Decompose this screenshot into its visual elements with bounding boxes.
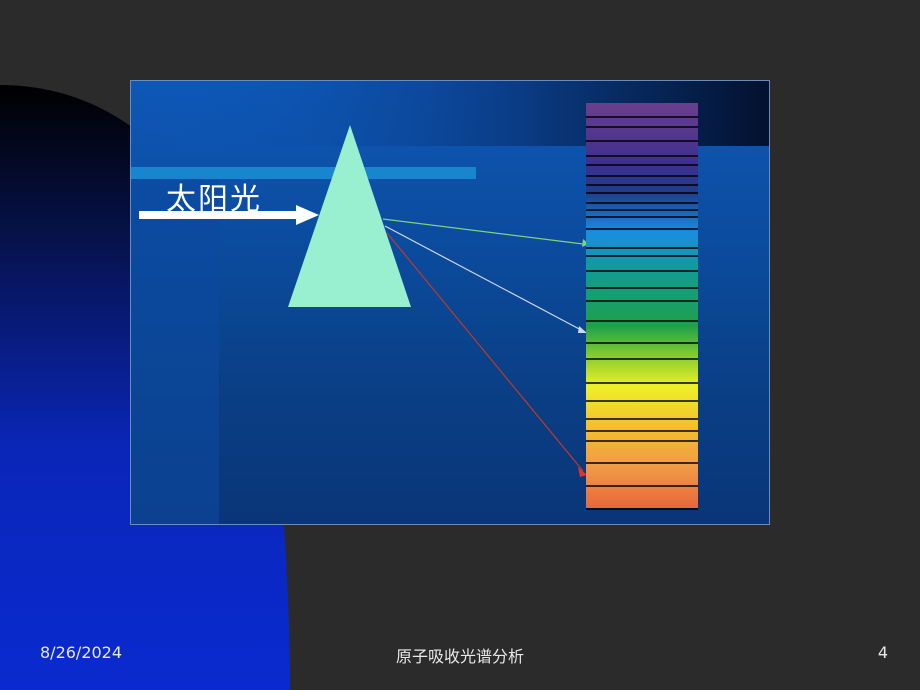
white-ray <box>384 225 584 332</box>
prism-diagram <box>131 81 769 524</box>
red-ray <box>386 232 584 472</box>
left-column <box>131 179 219 524</box>
prism-figure: 太阳光 <box>130 80 770 525</box>
spectrum-bar <box>586 103 698 510</box>
footer-title: 原子吸收光谱分析 <box>395 647 524 666</box>
page-number: 4 <box>877 643 888 662</box>
slide: 太阳光 8/26/2024 原子吸收光谱分析 4 <box>0 0 920 690</box>
sunlight-label: 太阳光 <box>166 182 262 217</box>
